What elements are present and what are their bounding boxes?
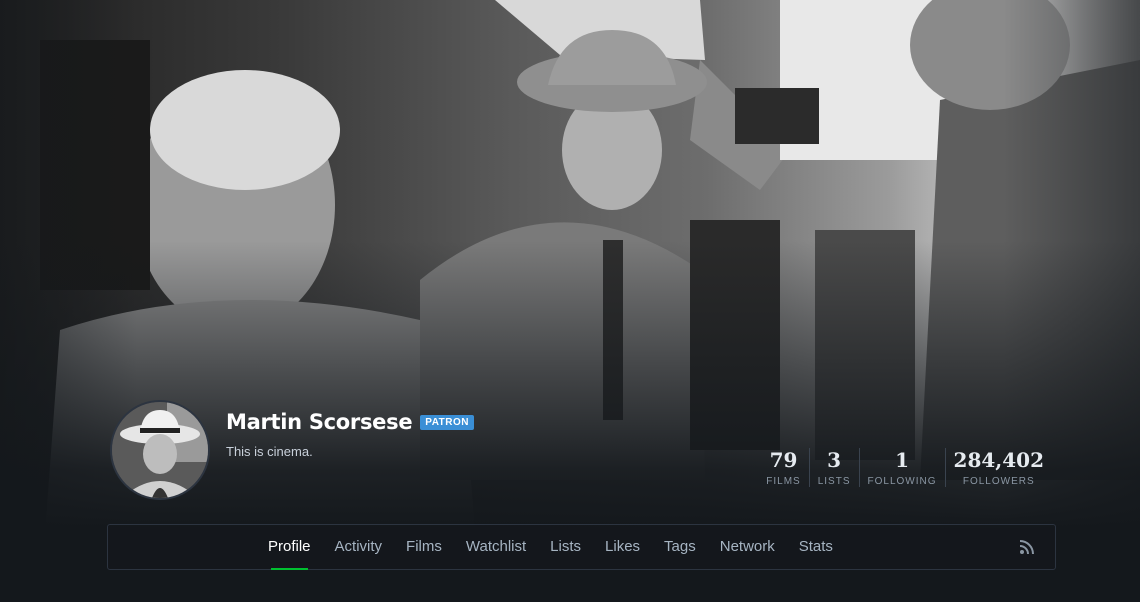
stat-films[interactable]: 79 FILMS <box>758 448 808 487</box>
profile-nav-items: Profile Activity Films Watchlist Lists L… <box>256 525 845 570</box>
patron-badge[interactable]: PATRON <box>420 414 475 430</box>
nav-item-activity[interactable]: Activity <box>323 525 395 569</box>
rss-icon[interactable] <box>1019 539 1035 555</box>
profile-stats: 79 FILMS 3 LISTS 1 FOLLOWING 284,402 FOL… <box>758 448 1052 487</box>
stat-value: 1 <box>895 448 909 472</box>
name-row: Martin Scorsese PATRON <box>226 410 475 434</box>
nav-item-tags[interactable]: Tags <box>652 525 708 569</box>
display-name: Martin Scorsese <box>226 410 413 434</box>
nav-item-watchlist[interactable]: Watchlist <box>454 525 538 569</box>
profile-header: Martin Scorsese PATRON This is cinema. 7… <box>110 400 1060 500</box>
profile-nav: Profile Activity Films Watchlist Lists L… <box>107 524 1056 570</box>
stat-label: FILMS <box>766 476 801 487</box>
avatar[interactable] <box>110 400 210 500</box>
user-avatar-photo-icon <box>112 402 208 498</box>
nav-item-films[interactable]: Films <box>394 525 454 569</box>
backdrop-fade <box>0 0 1140 602</box>
stat-value: 79 <box>769 448 798 472</box>
nav-item-stats[interactable]: Stats <box>787 525 845 569</box>
stat-following[interactable]: 1 FOLLOWING <box>858 448 945 487</box>
stat-label: LISTS <box>817 476 851 487</box>
nav-item-lists[interactable]: Lists <box>538 525 593 569</box>
nav-item-profile[interactable]: Profile <box>256 525 323 570</box>
profile-bio: This is cinema. <box>226 444 313 459</box>
identity: Martin Scorsese PATRON This is cinema. <box>226 410 475 459</box>
stat-label: FOLLOWING <box>867 476 937 487</box>
stat-value: 3 <box>827 448 842 472</box>
stat-value: 284,402 <box>953 448 1044 472</box>
stat-followers[interactable]: 284,402 FOLLOWERS <box>944 448 1052 487</box>
stat-lists[interactable]: 3 LISTS <box>808 448 859 487</box>
nav-item-network[interactable]: Network <box>708 525 787 569</box>
stat-label: FOLLOWERS <box>962 476 1035 487</box>
profile-backdrop-image <box>0 0 1140 602</box>
nav-item-likes[interactable]: Likes <box>593 525 652 569</box>
